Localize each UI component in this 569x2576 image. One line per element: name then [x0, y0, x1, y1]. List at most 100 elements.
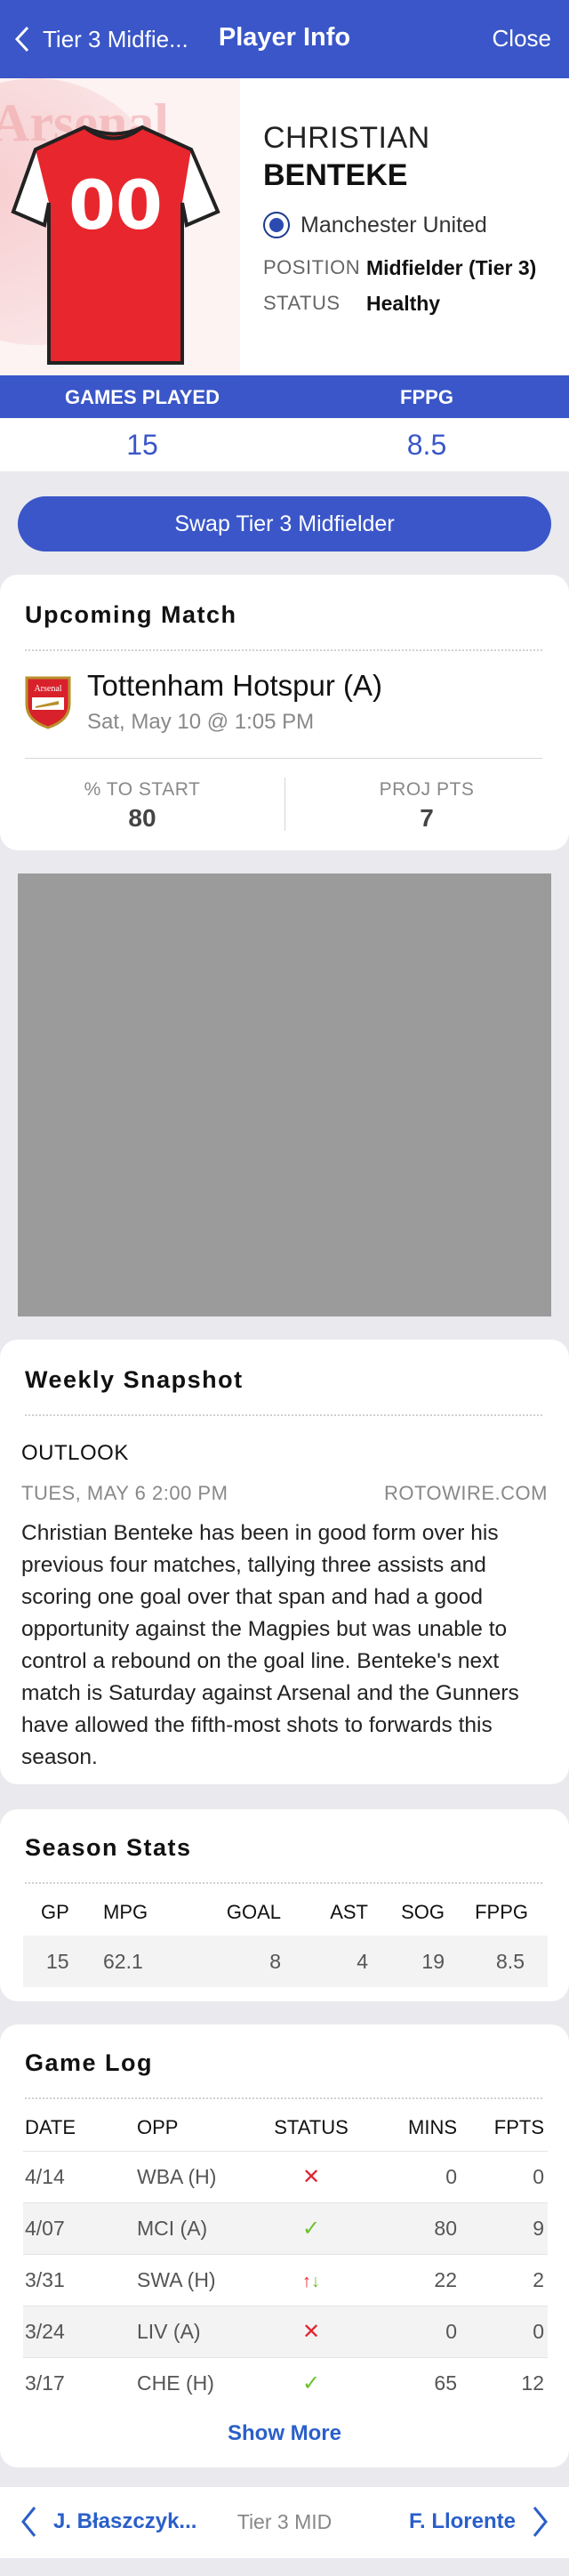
- position-row: POSITION Midfielder (Tier 3): [263, 256, 536, 280]
- stat-header: AST: [330, 1901, 368, 1923]
- table-row[interactable]: 3/24 LIV (A) ✕ 0 0: [23, 2305, 548, 2357]
- log-opp: WBA (H): [137, 2150, 263, 2202]
- log-header: STATUS: [274, 2115, 349, 2138]
- log-header: DATE: [25, 2115, 76, 2138]
- status-value: Healthy: [366, 292, 441, 315]
- position-value: Midfielder (Tier 3): [366, 256, 537, 279]
- log-fpts: 0: [457, 2150, 548, 2202]
- next-player-name: F. Llorente: [408, 2509, 516, 2533]
- games-played-value: 15: [126, 429, 158, 461]
- weekly-snapshot-title: Weekly Snapshot: [25, 1366, 244, 1393]
- log-opp: LIV (A): [137, 2305, 263, 2357]
- summary-header: GAMES PLAYED FPPG: [0, 375, 569, 418]
- page-title: Player Info: [218, 23, 351, 52]
- stat-value: 8: [183, 1936, 281, 1987]
- sub-on-arrow-icon: ↑: [302, 2271, 311, 2291]
- next-player-button[interactable]: F. Llorente: [409, 2505, 549, 2539]
- divider: [25, 2097, 542, 2099]
- outlook-source: ROTOWIRE.COM: [383, 1482, 548, 1504]
- stat-header: GOAL: [226, 1901, 281, 1923]
- top-nav-bar: Tier 3 Midfie... Player Info Close: [0, 0, 569, 78]
- stat-value: 4: [281, 1936, 368, 1987]
- game-log-table: DATE OPP STATUS MINS FPTS 4/14 WBA (H) ✕…: [23, 2105, 548, 2409]
- log-date: 3/31: [23, 2253, 137, 2306]
- proj-pts-value: 7: [420, 804, 434, 832]
- benched-x-icon: ✕: [301, 2319, 321, 2344]
- player-last-name: BENTEKE: [263, 158, 408, 192]
- proj-pts-label: PROJ PTS: [379, 779, 475, 800]
- log-date: 3/17: [23, 2356, 137, 2409]
- divider: [25, 649, 542, 651]
- sub-off-arrow-icon: ↓: [311, 2271, 320, 2291]
- log-header: MINS: [408, 2115, 457, 2138]
- table-row[interactable]: 3/31 SWA (H) ↑↓ 22 2: [23, 2253, 548, 2306]
- log-fpts: 12: [457, 2356, 548, 2409]
- started-check-icon: ✓: [301, 2216, 321, 2241]
- match-datetime: Sat, May 10 @ 1:05 PM: [87, 710, 315, 734]
- jersey-image: Arsenal 00: [0, 78, 240, 375]
- log-date: 4/07: [23, 2202, 137, 2254]
- upcoming-match-title: Upcoming Match: [25, 601, 237, 628]
- player-first-name: CHRISTIAN: [263, 121, 430, 155]
- log-mins: 0: [359, 2150, 457, 2202]
- log-mins: 22: [359, 2253, 457, 2306]
- opponent-crest-icon: Arsenal: [23, 674, 73, 734]
- game-log-title: Game Log: [25, 2049, 154, 2076]
- benched-x-icon: ✕: [301, 2164, 321, 2189]
- log-fpts: 9: [457, 2202, 548, 2254]
- jersey-number: 00: [68, 165, 163, 245]
- fppg-label: FPPG: [400, 386, 453, 408]
- media-placeholder[interactable]: [18, 873, 551, 1316]
- swap-player-button[interactable]: Swap Tier 3 Midfielder: [18, 496, 551, 551]
- season-stats-table: GP MPG GOAL AST SOG FPPG 15 62.1 8 4 19 …: [23, 1889, 548, 1987]
- show-more-link[interactable]: Show More: [0, 2421, 569, 2446]
- game-log-card: Game Log DATE OPP STATUS MINS FPTS 4/14 …: [0, 2025, 569, 2467]
- team-badge-icon: [263, 212, 290, 238]
- status-label: STATUS: [263, 292, 341, 314]
- log-fpts: 0: [457, 2305, 548, 2357]
- divider: [25, 758, 542, 759]
- stat-value: 19: [368, 1936, 445, 1987]
- position-label: POSITION: [263, 256, 361, 278]
- stat-value: 62.1: [103, 1936, 183, 1987]
- log-mins: 0: [359, 2305, 457, 2357]
- table-row[interactable]: 3/17 CHE (H) ✓ 65 12: [23, 2356, 548, 2409]
- outlook-body: Christian Benteke has been in good form …: [21, 1521, 519, 1769]
- log-fpts: 2: [457, 2253, 548, 2306]
- games-played-label: GAMES PLAYED: [64, 386, 220, 408]
- log-header: OPP: [137, 2115, 179, 2138]
- start-percent-value: 80: [128, 804, 156, 832]
- player-hero: Arsenal 00 CHRISTIAN BENTEKE Manchester …: [0, 78, 569, 375]
- log-date: 3/24: [23, 2305, 137, 2357]
- stat-value: 8.5: [445, 1936, 548, 1987]
- close-button[interactable]: Close: [493, 25, 551, 52]
- outlook-date: TUES, MAY 6 2:00 PM: [21, 1482, 228, 1504]
- log-header: FPTS: [493, 2115, 544, 2138]
- stat-header: SOG: [401, 1901, 445, 1923]
- summary-values: 15 8.5: [0, 418, 569, 471]
- season-stats-title: Season Stats: [25, 1834, 192, 1861]
- table-row[interactable]: 4/14 WBA (H) ✕ 0 0: [23, 2150, 548, 2202]
- stat-value: 15: [23, 1936, 103, 1987]
- log-opp: MCI (A): [137, 2202, 263, 2254]
- fppg-value: 8.5: [406, 429, 447, 461]
- log-opp: CHE (H): [137, 2356, 263, 2409]
- divider: [284, 777, 285, 831]
- divider: [25, 1414, 542, 1416]
- started-check-icon: ✓: [301, 2371, 321, 2395]
- crest-text: Arsenal: [34, 684, 61, 694]
- table-row: 15 62.1 8 4 19 8.5: [23, 1936, 548, 1987]
- log-date: 4/14: [23, 2150, 137, 2202]
- opponent-name: Tottenham Hotspur (A): [87, 669, 382, 702]
- start-percent-label: % TO START: [84, 779, 201, 800]
- stat-header: GP: [41, 1901, 69, 1923]
- log-mins: 80: [359, 2202, 457, 2254]
- status-row: STATUS Healthy: [263, 292, 440, 316]
- pager-bar: J. Błaszczyk... Tier 3 MID F. Llorente: [0, 2487, 569, 2558]
- player-team: Manchester United: [263, 212, 487, 238]
- log-opp: SWA (H): [137, 2253, 263, 2306]
- table-row[interactable]: 4/07 MCI (A) ✓ 80 9: [23, 2202, 548, 2254]
- player-pager: J. Błaszczyk... Tier 3 MID F. Llorente: [0, 2483, 569, 2576]
- chevron-right-icon: [533, 2507, 548, 2537]
- season-stats-card: Season Stats GP MPG GOAL AST SOG FPPG 15…: [0, 1809, 569, 2001]
